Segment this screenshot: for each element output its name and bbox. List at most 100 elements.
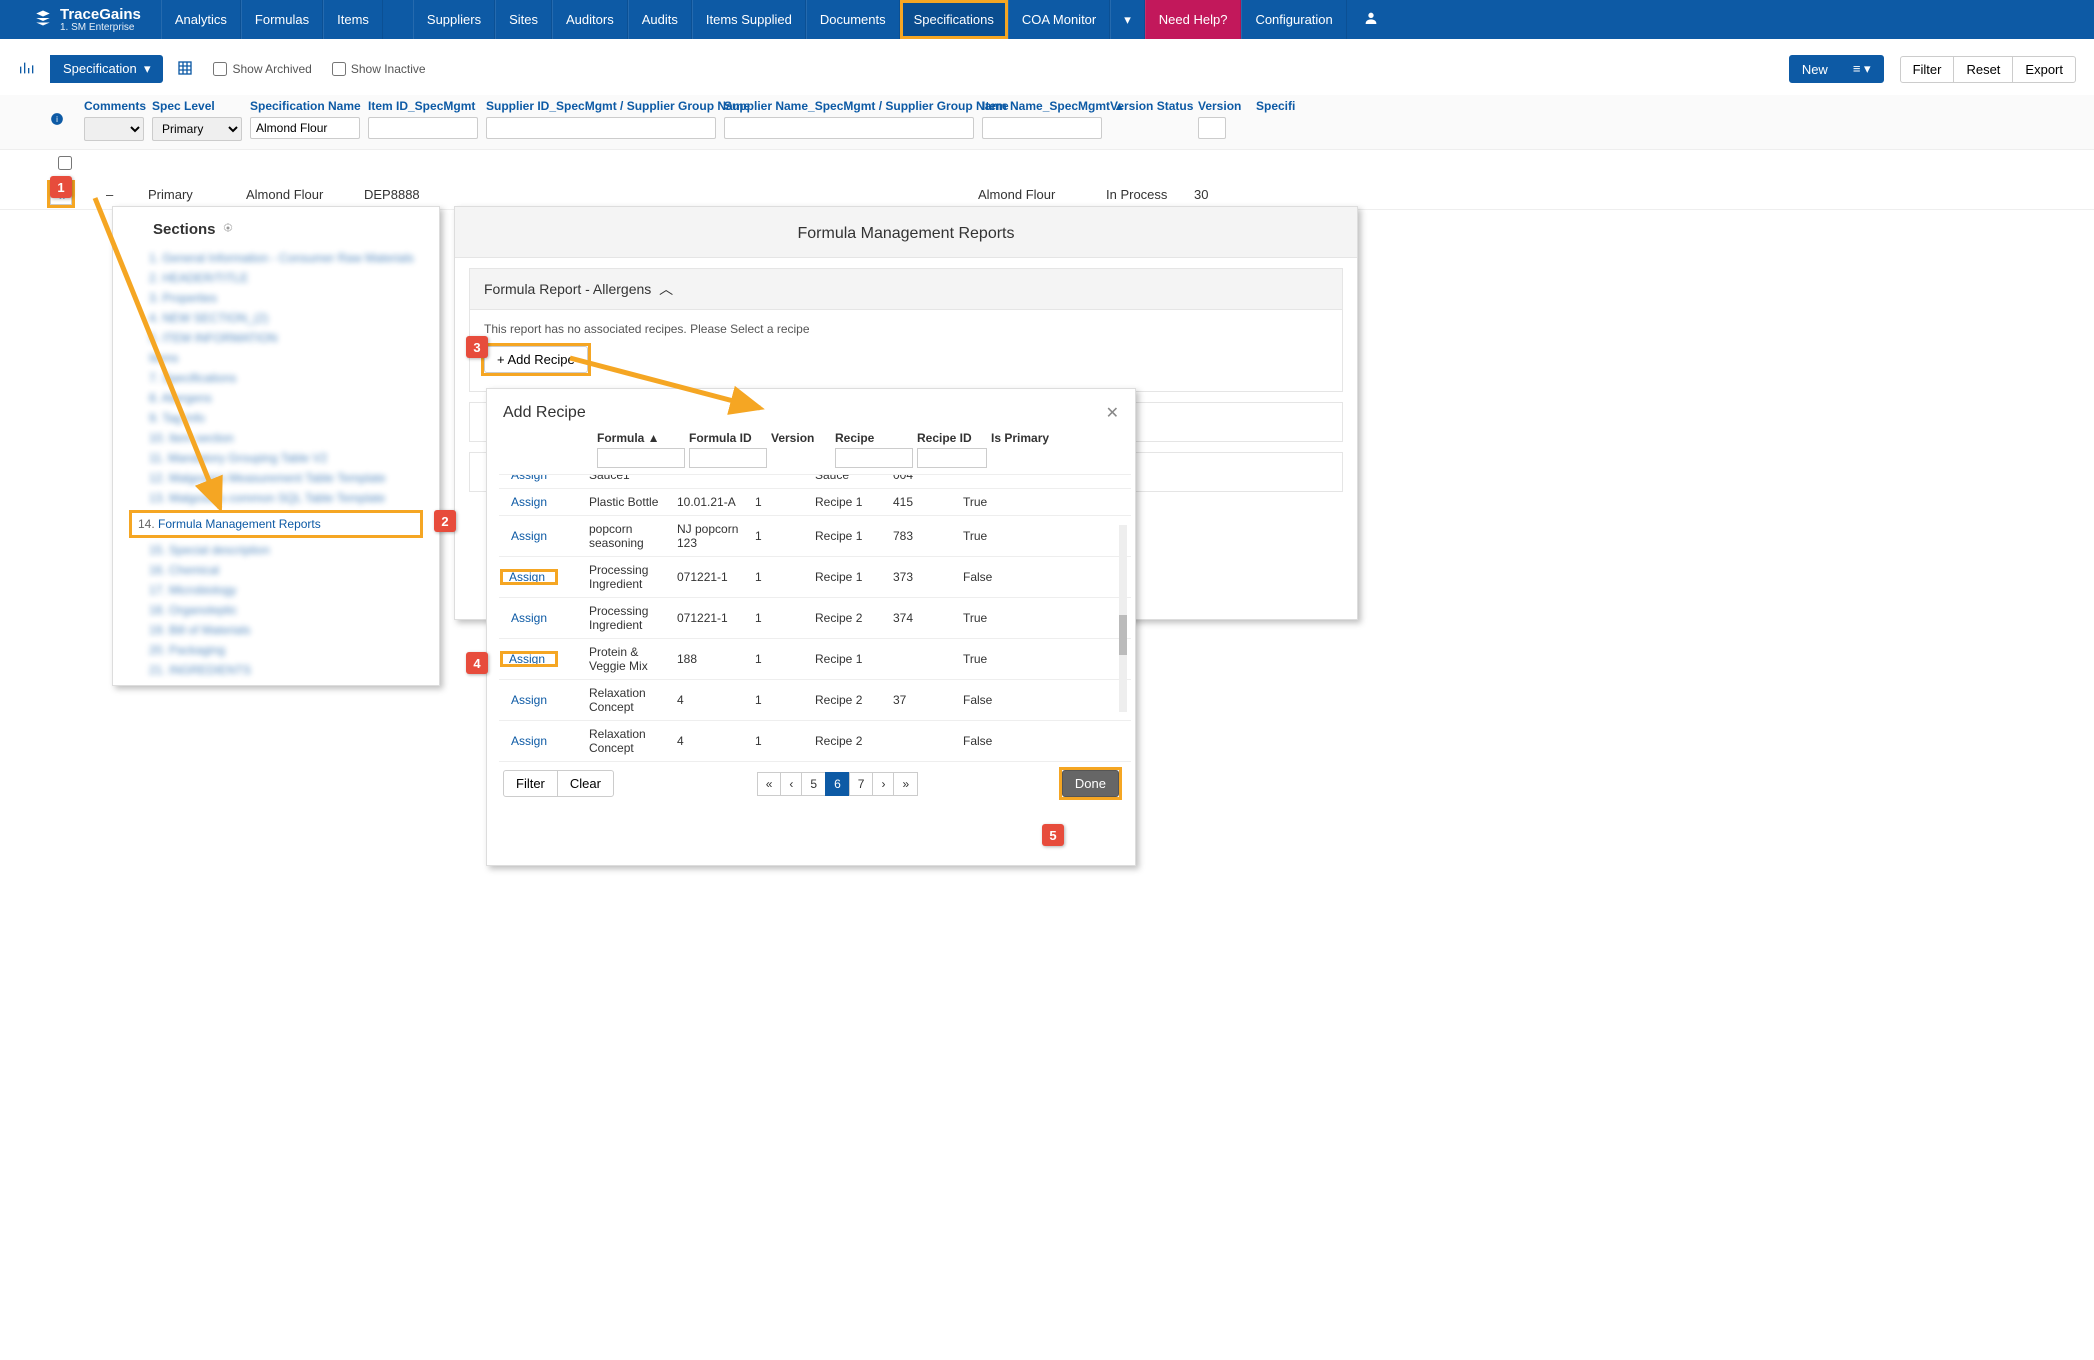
reset-button[interactable]: Reset (1953, 56, 2013, 83)
col-item-id[interactable]: Item ID_SpecMgmt (368, 99, 478, 113)
page-‹[interactable]: ‹ (780, 772, 802, 796)
assign-link[interactable]: Assign (499, 475, 585, 482)
scrollbar-thumb[interactable] (1119, 615, 1127, 655)
show-inactive-checkbox[interactable]: Show Inactive (332, 62, 426, 76)
nav-documents[interactable]: Documents (806, 0, 900, 39)
done-button[interactable]: Done (1062, 770, 1119, 797)
page-6[interactable]: 6 (825, 772, 850, 796)
dialog-col-recipe-id[interactable]: Recipe ID (917, 431, 987, 445)
section-item[interactable]: 18. Organoleptic (131, 600, 421, 620)
page-5[interactable]: 5 (801, 772, 826, 796)
assign-link[interactable]: Assign (499, 611, 585, 625)
section-item[interactable]: 13. Malgosia's common SQL Table Template (131, 488, 421, 508)
col-spec-level[interactable]: Spec Level (152, 99, 242, 113)
section-item[interactable]: 16. Chemical (131, 560, 421, 580)
section-item[interactable]: 15. Special description (131, 540, 421, 560)
nav-items[interactable]: Items (323, 0, 383, 39)
filter-comments[interactable] (84, 117, 144, 141)
nav--[interactable]: ▾ (1110, 0, 1145, 39)
section-item[interactable]: 21. INGREDIENTS (131, 660, 421, 680)
show-archived-checkbox[interactable]: Show Archived (213, 62, 311, 76)
col-spec-name[interactable]: Specification Name (250, 99, 360, 113)
section-item[interactable]: 17. Microbiology (131, 580, 421, 600)
dialog-filter-input[interactable] (835, 448, 913, 468)
dialog-filter-input[interactable] (597, 448, 685, 468)
filter-item-id[interactable] (368, 117, 478, 139)
section-item[interactable]: 8. Allergens (131, 388, 421, 408)
dialog-filter-input[interactable] (689, 448, 767, 468)
nav-coa-monitor[interactable]: COA Monitor (1008, 0, 1110, 39)
col-supplier-name[interactable]: Supplier Name_SpecMgmt / Supplier Group … (724, 99, 974, 113)
dialog-clear-button[interactable]: Clear (557, 770, 614, 797)
col-version-status[interactable]: Version Status (1110, 99, 1190, 113)
nav-configuration[interactable]: Configuration (1241, 0, 1346, 39)
assign-link[interactable]: Assign (501, 652, 557, 666)
new-menu-button[interactable]: ≡ ▾ (1840, 55, 1884, 83)
dialog-col-formula-id[interactable]: Formula ID (689, 431, 767, 445)
section-item[interactable]: 3. Properties (131, 288, 421, 308)
section-item[interactable]: Items (131, 348, 421, 368)
export-button[interactable]: Export (2012, 56, 2076, 83)
assign-link[interactable]: Assign (499, 529, 585, 543)
section-formula-management-reports[interactable]: 14. Formula Management Reports (129, 510, 423, 538)
section-item[interactable]: 7. Specifications (131, 368, 421, 388)
close-icon[interactable]: ✕ (1106, 403, 1119, 423)
section-item[interactable]: 20. Packaging (131, 640, 421, 660)
gear-icon[interactable] (222, 221, 234, 238)
specification-button[interactable]: Specification ▾ (50, 55, 163, 83)
filter-spec-level[interactable]: Primary (152, 117, 242, 141)
col-version[interactable]: Version (1198, 99, 1248, 113)
nav-suppliers[interactable]: Suppliers (413, 0, 495, 39)
filter-supplier-name[interactable] (724, 117, 974, 139)
section-item[interactable]: 2. HEADER/TITLE (131, 268, 421, 288)
section-item[interactable]: 19. Bill of Materials (131, 620, 421, 640)
dialog-col-is-primary[interactable]: Is Primary (991, 431, 1061, 445)
section-item[interactable]: 12. Malgosia's Measurement Table Templat… (131, 468, 421, 488)
dialog-col-version[interactable]: Version (771, 431, 831, 445)
filter-supplier-id[interactable] (486, 117, 716, 139)
nav-items-supplied[interactable]: Items Supplied (692, 0, 806, 39)
user-icon[interactable] (1347, 10, 1395, 29)
nav-sites[interactable]: Sites (495, 0, 552, 39)
section-item[interactable]: 9. Tag Info (131, 408, 421, 428)
assign-link[interactable]: Assign (499, 693, 585, 707)
nav-formulas[interactable]: Formulas (241, 0, 323, 39)
section-item[interactable]: 5. ITEM INFORMATION (131, 328, 421, 348)
dialog-filter-input[interactable] (917, 448, 987, 468)
section-item[interactable]: 1. General Information - Consumer Raw Ma… (131, 248, 421, 268)
info-icon[interactable]: i (50, 112, 72, 129)
nav-analytics[interactable]: Analytics (161, 0, 241, 39)
page-7[interactable]: 7 (849, 772, 874, 796)
page-«[interactable]: « (757, 772, 782, 796)
add-recipe-button[interactable]: + Add Recipe (484, 346, 588, 373)
filter-version[interactable] (1198, 117, 1226, 139)
chart-icon[interactable] (18, 60, 34, 79)
select-all-checkbox[interactable] (58, 156, 72, 170)
report-header[interactable]: Formula Report - Allergens ︿ (470, 269, 1342, 310)
assign-link[interactable]: Assign (501, 570, 557, 584)
cell-spec-name: Almond Flour (246, 187, 356, 202)
col-supplier-id[interactable]: Supplier ID_SpecMgmt / Supplier Group Na… (486, 99, 716, 113)
col-comments[interactable]: Comments (84, 99, 144, 113)
dialog-filter-button[interactable]: Filter (503, 770, 558, 797)
dialog-col-formula-[interactable]: Formula ▲ (597, 431, 685, 445)
new-button[interactable]: New (1789, 55, 1841, 83)
col-item-name[interactable]: Item Name_SpecMgmt ▲ (982, 99, 1102, 113)
page-›[interactable]: › (872, 772, 894, 796)
section-item[interactable]: 10. Item section (131, 428, 421, 448)
page-»[interactable]: » (893, 772, 918, 796)
filter-item-name[interactable] (982, 117, 1102, 139)
nav-auditors[interactable]: Auditors (552, 0, 628, 39)
nav-audits[interactable]: Audits (628, 0, 692, 39)
dialog-col-recipe[interactable]: Recipe (835, 431, 913, 445)
filter-spec-name[interactable] (250, 117, 360, 139)
filter-button[interactable]: Filter (1900, 56, 1955, 83)
grid-icon[interactable] (177, 60, 193, 79)
assign-link[interactable]: Assign (499, 734, 585, 748)
section-item[interactable]: 4. NEW SECTION_(2) (131, 308, 421, 328)
section-item[interactable]: 11. Mandatory Grouping Table V2 (131, 448, 421, 468)
col-specifi[interactable]: Specifi (1256, 99, 1296, 113)
assign-link[interactable]: Assign (499, 495, 585, 509)
nav-specifications[interactable]: Specifications (900, 0, 1008, 39)
nav-need-help-[interactable]: Need Help? (1145, 0, 1242, 39)
